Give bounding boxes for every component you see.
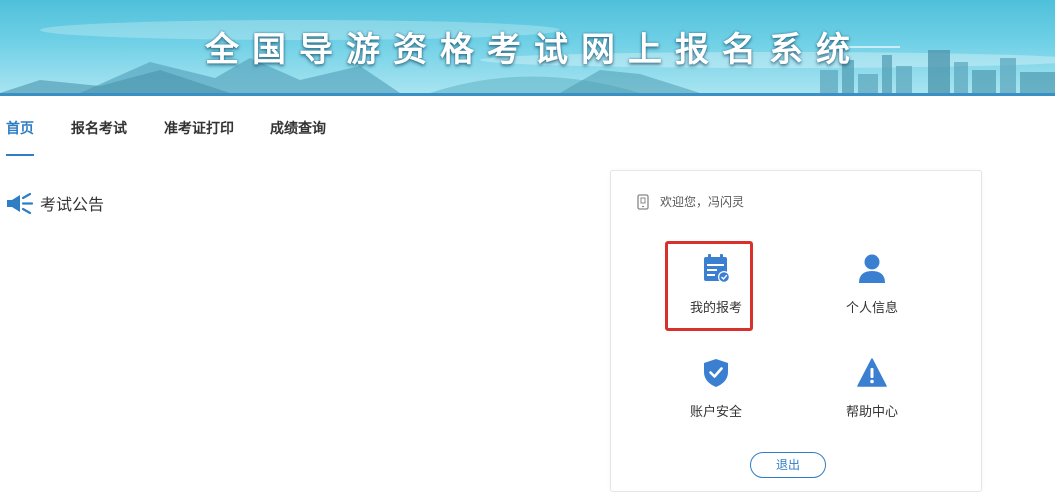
nav-active-indicator <box>6 154 34 156</box>
calendar-check-icon <box>704 254 730 283</box>
tile-label: 我的报考 <box>689 301 742 316</box>
announcement-title: 考试公告 <box>40 195 105 214</box>
nav-item-home[interactable]: 首页 <box>6 118 34 138</box>
phone-icon <box>637 193 649 210</box>
shield-check-icon <box>704 359 728 387</box>
logout-button[interactable]: 退出 <box>750 452 826 478</box>
tile-personal-info[interactable]: 个人信息 <box>817 247 927 337</box>
banner-divider <box>0 93 1055 96</box>
welcome-row: 欢迎您，冯闪灵 <box>636 193 744 210</box>
banner-title: 全国导游资格考试网上报名系统 <box>205 30 863 70</box>
welcome-text: 欢迎您，冯闪灵 <box>660 195 745 209</box>
nav-item-register-exam[interactable]: 报名考试 <box>71 118 127 138</box>
nav-item-admission-ticket[interactable]: 准考证打印 <box>164 118 234 138</box>
warning-triangle-icon <box>857 358 887 387</box>
announcement-heading: 考试公告 <box>6 190 104 216</box>
tile-account-security[interactable]: 账户安全 <box>661 351 771 441</box>
tile-label: 账户安全 <box>689 405 742 420</box>
header-banner: 全国导游资格考试网上报名系统 <box>0 0 1055 93</box>
tile-label: 个人信息 <box>845 301 898 316</box>
main-nav: 首页 报名考试 准考证打印 成绩查询 <box>0 112 500 162</box>
tile-my-registration[interactable]: 我的报考 <box>661 247 771 337</box>
user-icon <box>859 254 885 283</box>
tile-help-center[interactable]: 帮助中心 <box>817 351 927 441</box>
user-panel: 欢迎您，冯闪灵 我的报考 个人信息 账户安全 帮助中心 退出 <box>610 170 982 492</box>
nav-item-score-query[interactable]: 成绩查询 <box>270 118 326 138</box>
tile-label: 帮助中心 <box>845 405 898 420</box>
megaphone-icon <box>7 192 34 214</box>
